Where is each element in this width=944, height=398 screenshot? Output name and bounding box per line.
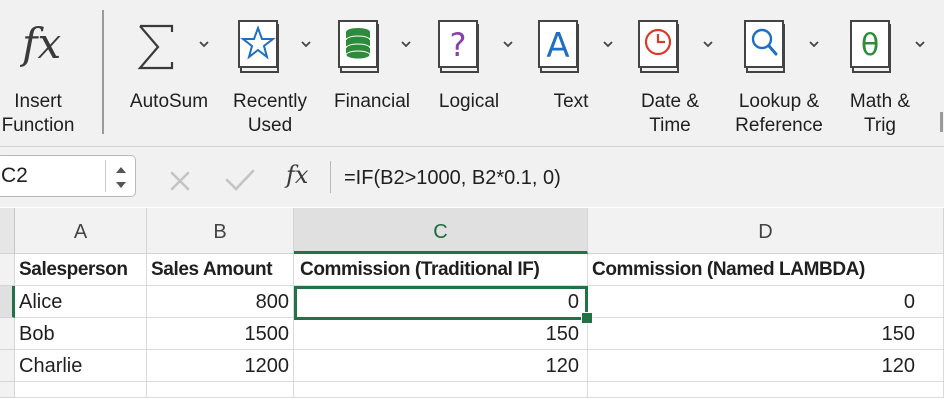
math-trig-label-1: Math & (849, 91, 911, 112)
checkmark-icon[interactable] (224, 167, 256, 193)
cell-a1[interactable]: Salesperson (15, 254, 147, 286)
letter-a-book-icon: A (538, 20, 579, 73)
recently-used-button[interactable]: Recently Used (228, 0, 316, 146)
worksheet-grid: A B C D Salesperson Sales Amount Commiss… (0, 208, 944, 398)
fill-handle[interactable] (581, 312, 593, 324)
financial-label: Financial (333, 91, 411, 112)
autosum-label: AutoSum (129, 91, 209, 112)
formula-input[interactable]: =IF(B2>1000, B2*0.1, 0) (344, 167, 561, 190)
date-time-label-2: Time (649, 115, 691, 136)
lookup-reference-button[interactable]: Lookup & Reference (735, 0, 834, 146)
fx-icon: fx (20, 19, 62, 68)
cancel-icon[interactable] (168, 169, 192, 193)
svg-text:A: A (546, 26, 569, 66)
cell-c4[interactable]: 120 (294, 350, 588, 382)
ribbon-separator (102, 10, 104, 134)
chevron-down-icon[interactable] (198, 39, 210, 49)
recently-used-label-1: Recently (233, 91, 307, 112)
chevron-down-icon[interactable] (702, 39, 714, 49)
theta-book-icon: θ (850, 20, 891, 73)
cell-a3[interactable]: Bob (15, 318, 147, 350)
coins-book-icon (338, 20, 379, 73)
math-trig-button[interactable]: θ Math & Trig (842, 0, 934, 146)
cell-d3[interactable]: 150 (588, 318, 944, 350)
logical-label: Logical (438, 91, 500, 112)
chevron-down-icon[interactable] (502, 39, 514, 49)
ribbon-overflow-edge (940, 112, 943, 132)
row-header-1[interactable] (0, 254, 15, 286)
column-header-b[interactable]: B (147, 208, 294, 254)
row-header-5[interactable] (0, 382, 15, 398)
star-book-icon (238, 20, 279, 73)
cell-a4[interactable]: Charlie (15, 350, 147, 382)
clock-book-icon (638, 20, 679, 73)
sigma-icon (137, 24, 174, 70)
cell-c2[interactable]: 0 (294, 286, 588, 318)
cell-c1[interactable]: Commission (Traditional IF) (294, 254, 588, 286)
name-box[interactable]: C2 (0, 155, 136, 197)
financial-button[interactable]: Financial (328, 0, 420, 146)
chevron-down-icon[interactable] (400, 39, 412, 49)
svg-text:fx: fx (20, 19, 62, 68)
row-header-4[interactable] (0, 350, 15, 382)
insert-function-button[interactable]: fx Insert Function (0, 0, 100, 146)
svg-text:θ: θ (861, 28, 879, 63)
select-all-corner[interactable] (0, 208, 15, 254)
magnifier-book-icon (744, 20, 785, 73)
column-header-c[interactable]: C (294, 208, 588, 254)
row-header-2[interactable] (0, 286, 15, 318)
name-box-value: C2 (1, 164, 28, 187)
chevron-down-icon[interactable] (300, 39, 312, 49)
cell-b4[interactable]: 1200 (147, 350, 294, 382)
chevron-down-icon[interactable] (808, 39, 820, 49)
date-time-label-1: Date & (640, 91, 700, 112)
cell-d1[interactable]: Commission (Named LAMBDA) (588, 254, 944, 286)
svg-text:?: ? (450, 26, 467, 64)
cell-d4[interactable]: 120 (588, 350, 944, 382)
cell-d2[interactable]: 0 (588, 286, 944, 318)
column-header-d[interactable]: D (588, 208, 944, 254)
insert-function-fx-button[interactable]: fx (286, 161, 308, 189)
chevron-up-icon[interactable] (115, 165, 127, 175)
chevron-down-icon[interactable] (115, 180, 127, 190)
text-label: Text (553, 91, 589, 112)
cell-a5[interactable] (15, 382, 147, 398)
row-header-3[interactable] (0, 318, 15, 350)
question-book-icon: ? (438, 20, 479, 73)
lookup-reference-label-2: Reference (735, 115, 823, 136)
text-button[interactable]: A Text (532, 0, 618, 146)
cell-b2[interactable]: 800 (147, 286, 294, 318)
insert-function-label-1: Insert (14, 91, 62, 112)
lookup-reference-label-1: Lookup & (738, 91, 820, 112)
formula-bar-divider (330, 161, 331, 193)
cell-b1[interactable]: Sales Amount (147, 254, 294, 286)
name-box-divider (105, 160, 106, 192)
cell-d5[interactable] (588, 382, 944, 398)
cell-c3[interactable]: 150 (294, 318, 588, 350)
formulas-ribbon: fx Insert Function AutoSum Recently Used (0, 0, 944, 147)
formula-bar: C2 fx =IF(B2>1000, B2*0.1, 0) (0, 147, 944, 207)
cell-b3[interactable]: 1500 (147, 318, 294, 350)
autosum-button[interactable]: AutoSum (120, 0, 216, 146)
column-header-a[interactable]: A (15, 208, 147, 254)
chevron-down-icon[interactable] (602, 39, 614, 49)
cell-a2[interactable]: Alice (15, 286, 147, 318)
logical-button[interactable]: ? Logical (430, 0, 518, 146)
math-trig-label-2: Trig (863, 115, 897, 136)
insert-function-label-2: Function (1, 115, 75, 136)
cell-c5[interactable] (294, 382, 588, 398)
date-time-button[interactable]: Date & Time (630, 0, 722, 146)
chevron-down-icon[interactable] (914, 39, 926, 49)
cell-b5[interactable] (147, 382, 294, 398)
recently-used-label-2: Used (247, 115, 293, 136)
